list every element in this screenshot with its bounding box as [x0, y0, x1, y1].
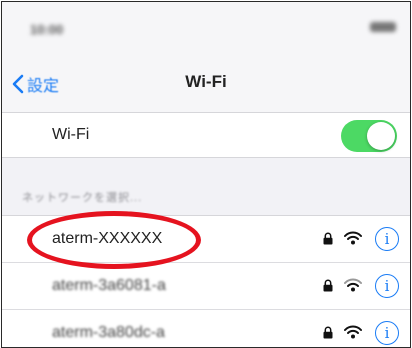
section-header: ネットワークを選択...: [22, 192, 143, 204]
network-name: aterm-XXXXXX: [52, 230, 163, 247]
network-name: aterm-3a80dc-a: [52, 324, 165, 341]
lock-icon: [323, 326, 333, 339]
wifi-toggle-label: Wi-Fi: [52, 126, 90, 143]
wifi-toggle-row: Wi-Fi: [2, 112, 410, 158]
info-icon[interactable]: i: [375, 321, 399, 345]
info-icon[interactable]: i: [375, 227, 399, 251]
lock-icon: [323, 232, 333, 245]
lock-icon: [323, 279, 333, 292]
toggle-knob: [367, 122, 395, 150]
settings-screen: 10:00 設定 Wi-Fi Wi-Fi ネットワークを選択... aterm-…: [1, 1, 411, 348]
network-row[interactable]: aterm-3a80dc-a i: [2, 310, 410, 347]
network-list: aterm-XXXXXX i aterm-3a6081-a i aterm-3a…: [2, 215, 410, 347]
status-bar: 10:00: [2, 2, 410, 42]
wifi-icon: [344, 325, 362, 339]
network-name: aterm-3a6081-a: [52, 277, 166, 294]
navigation-bar: 設定 Wi-Fi: [2, 42, 410, 112]
wifi-icon: [344, 278, 362, 292]
wifi-icon: [344, 231, 362, 245]
network-row[interactable]: aterm-3a6081-a i: [2, 263, 410, 310]
page-title: Wi-Fi: [185, 72, 227, 91]
wifi-toggle-switch[interactable]: [341, 120, 397, 152]
info-icon[interactable]: i: [375, 274, 399, 298]
network-row[interactable]: aterm-XXXXXX i: [2, 216, 410, 263]
status-time: 10:00: [30, 22, 64, 37]
battery-icon: [370, 22, 396, 32]
